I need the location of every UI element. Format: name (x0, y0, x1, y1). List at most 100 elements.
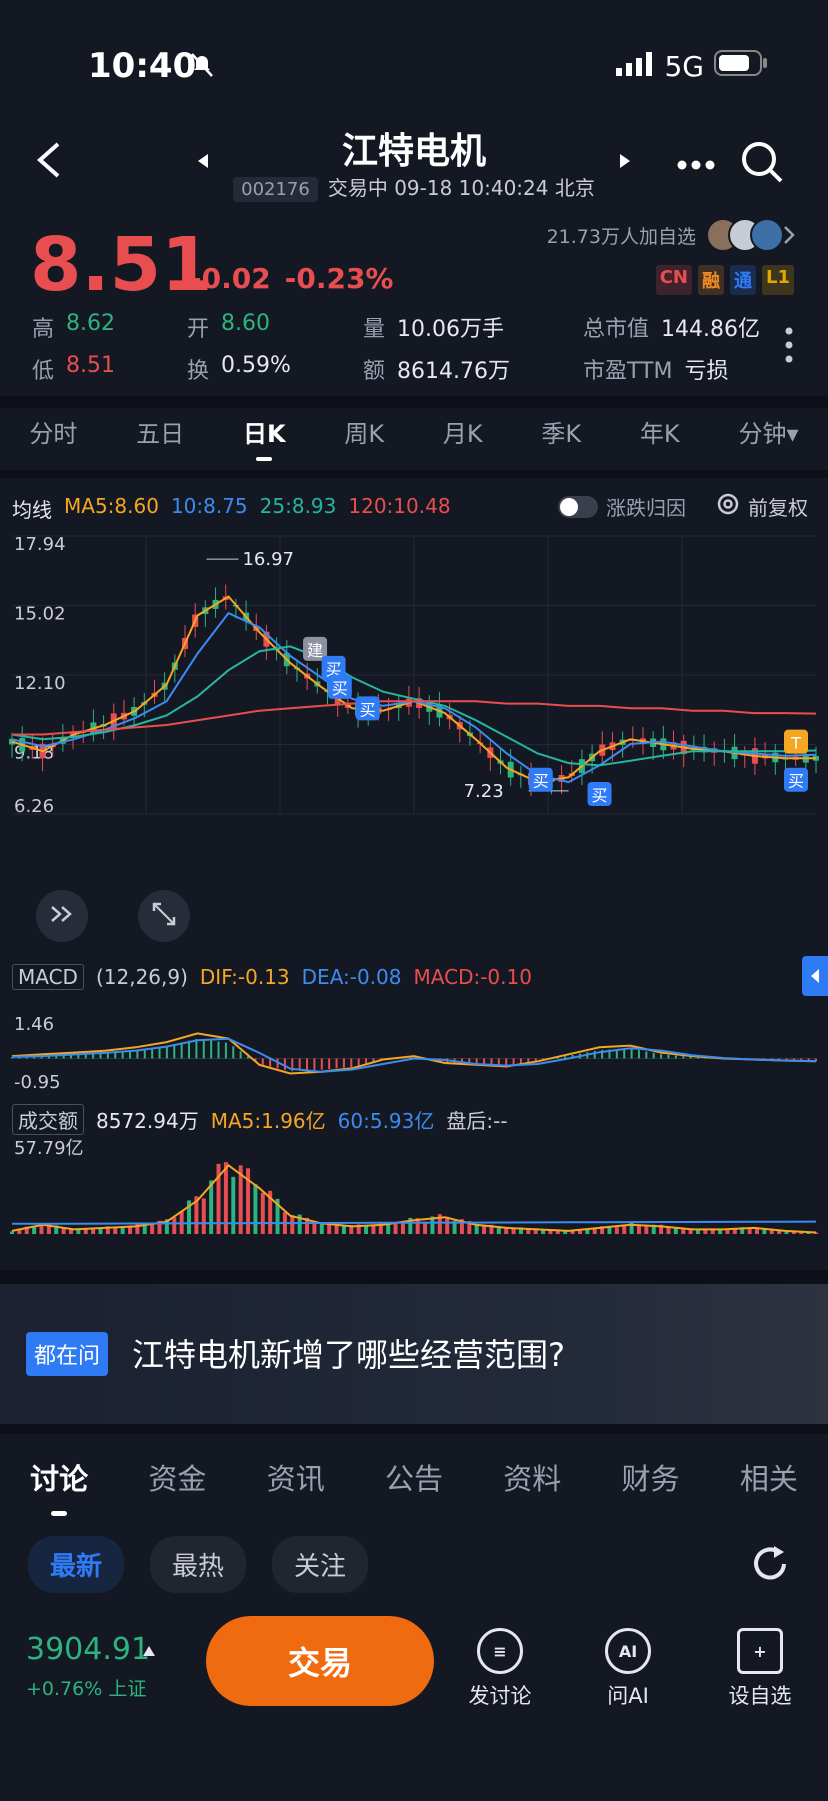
period-tab[interactable]: 分时 (29, 414, 77, 449)
adjust-setting[interactable]: 前复权 (716, 492, 808, 521)
volume-bar (172, 1217, 177, 1234)
trough-label: 7.23 (464, 781, 504, 802)
volume-bar (533, 1229, 538, 1234)
adjust-label: 前复权 (748, 496, 808, 520)
content-tab[interactable]: 资讯 (267, 1456, 325, 1498)
ma5-value: MA5:8.60 (64, 494, 159, 518)
volume-bar (474, 1225, 479, 1234)
ma25-value: 25:8.93 (259, 494, 337, 518)
add-watchlist-button[interactable]: + 设自选 (710, 1628, 810, 1710)
volume-ma60-line (11, 1220, 817, 1225)
volume-bar (754, 1228, 759, 1234)
period-tab[interactable]: 周K (344, 414, 384, 449)
comment-icon: ≡ (477, 1628, 523, 1674)
period-tab[interactable]: 分钟▾ (738, 414, 798, 449)
index-value[interactable]: 3904.91 (26, 1632, 150, 1667)
collapse-panel-button[interactable] (802, 956, 828, 996)
stat-volume: 量 10.06万手 (363, 317, 504, 342)
stat-pe: 市盈TTM 亏损 (583, 359, 729, 384)
after-hours: 盘后:-- (446, 1109, 508, 1133)
expand-icon (151, 901, 177, 931)
stat-market-cap: 总市值 144.86亿 (583, 317, 760, 342)
content-tab[interactable]: 相关 (740, 1456, 798, 1498)
refresh-icon[interactable] (748, 1542, 792, 1590)
content-tabs: 讨论 资金 资讯 公告 资料 财务 相关 (0, 1456, 828, 1516)
ask-question[interactable]: 江特电机新增了哪些经营范围? (132, 1330, 565, 1376)
stat-high: 高 8.62 (32, 311, 115, 342)
stat-turnover: 换 0.59% (187, 353, 291, 384)
trade-button[interactable]: 交易 (206, 1616, 434, 1706)
attribution-toggle[interactable]: 涨跌归因 (558, 492, 686, 521)
content-tab[interactable]: 讨论 (30, 1456, 88, 1516)
volume-bar (91, 1229, 96, 1234)
volume-bar (725, 1229, 730, 1234)
filter-pill[interactable]: 最新 (28, 1536, 125, 1593)
volume-bar (393, 1223, 398, 1234)
more-icon[interactable] (676, 156, 716, 175)
last-price: 8.51 (30, 222, 213, 308)
kebab-menu-icon[interactable] (784, 326, 794, 368)
macd-tick-label: 1.46 (14, 1014, 54, 1035)
ma-legend: 均线 MA5:8.60 10:8.75 25:8.93 120:10.48 (12, 494, 451, 523)
period-tab[interactable]: 日K (243, 414, 286, 461)
filter-pill[interactable]: 最热 (150, 1536, 247, 1593)
content-tab[interactable]: 公告 (385, 1456, 443, 1498)
period-tab[interactable]: 季K (541, 414, 581, 449)
volume-bar (150, 1224, 155, 1234)
signal-icon (616, 50, 654, 83)
chevron-right-icon[interactable] (782, 224, 796, 250)
fast-forward-icon (49, 904, 75, 928)
period-tab[interactable]: 月K (443, 414, 483, 449)
fast-forward-button[interactable] (36, 890, 88, 942)
toggle-switch[interactable] (558, 495, 598, 518)
y-tick-label: 17.94 (14, 534, 66, 555)
stock-tag: CN (655, 265, 692, 295)
volume-bar (371, 1225, 376, 1234)
kline-chart-area[interactable]: 17.9415.0212.109.186.2616.977.23建买买买买买T买… (0, 524, 828, 1244)
volume-bar (290, 1215, 295, 1234)
volume-label[interactable]: 成交额 (12, 1104, 84, 1135)
filter-pill[interactable]: 关注 (272, 1536, 369, 1593)
change-percent: -0.23% (284, 262, 394, 295)
ma120-value: 120:10.48 (348, 494, 451, 518)
content-tab[interactable]: 财务 (622, 1456, 680, 1498)
trade-marker-label: 买 (788, 772, 804, 791)
battery-icon (714, 50, 768, 83)
ask-ai-button[interactable]: AI 问AI (578, 1628, 678, 1710)
ma10-value: 10:8.75 (170, 494, 248, 518)
up-arrow-icon (142, 1642, 156, 1661)
stock-tag: 通 (730, 265, 756, 295)
y-tick-label: 6.26 (14, 796, 54, 817)
stat-low: 低 8.51 (32, 353, 115, 384)
content-tab[interactable]: 资金 (148, 1456, 206, 1498)
period-tabs: 分时 五日 日K 周K 月K 季K 年K 分钟▾ (0, 414, 828, 461)
fullscreen-button[interactable] (138, 890, 190, 942)
macd-label[interactable]: MACD (12, 964, 84, 990)
change-value: -0.02 (190, 262, 271, 295)
settings-gear-icon (716, 492, 740, 521)
period-tab[interactable]: 五日 (136, 414, 184, 449)
post-discussion-button[interactable]: ≡ 发讨论 (450, 1628, 550, 1710)
trade-marker-label: T (790, 734, 801, 753)
silent-icon (190, 52, 214, 78)
volume-bar (231, 1176, 236, 1234)
status-time: 10:40 (88, 46, 197, 86)
macd-dif: DIF:-0.13 (199, 965, 290, 989)
volume-bar (260, 1192, 265, 1234)
stock-tags: CN 融通 L1 (655, 265, 794, 295)
watchers-count[interactable]: 21.73万人加自选 (547, 222, 696, 249)
stock-code: 002176 (233, 177, 318, 202)
volume-bar (201, 1198, 206, 1234)
macd-legend: MACD (12,26,9) DIF:-0.13 DEA:-0.08 MACD:… (12, 964, 532, 990)
volume-bar (341, 1226, 346, 1234)
search-icon[interactable] (740, 140, 784, 188)
toggle-label: 涨跌归因 (606, 496, 686, 520)
volume-legend: 成交额 8572.94万 MA5:1.96亿 60:5.93亿 盘后:-- (12, 1104, 508, 1135)
section-divider (0, 396, 828, 408)
volume-bar (482, 1225, 487, 1234)
trading-status: 002176 交易中 09-18 10:40:24 北京 (0, 172, 828, 202)
content-tab[interactable]: 资料 (503, 1456, 561, 1498)
period-tab[interactable]: 年K (640, 414, 680, 449)
trade-marker-label: 买 (332, 679, 348, 698)
network-label: 5G (664, 50, 704, 83)
